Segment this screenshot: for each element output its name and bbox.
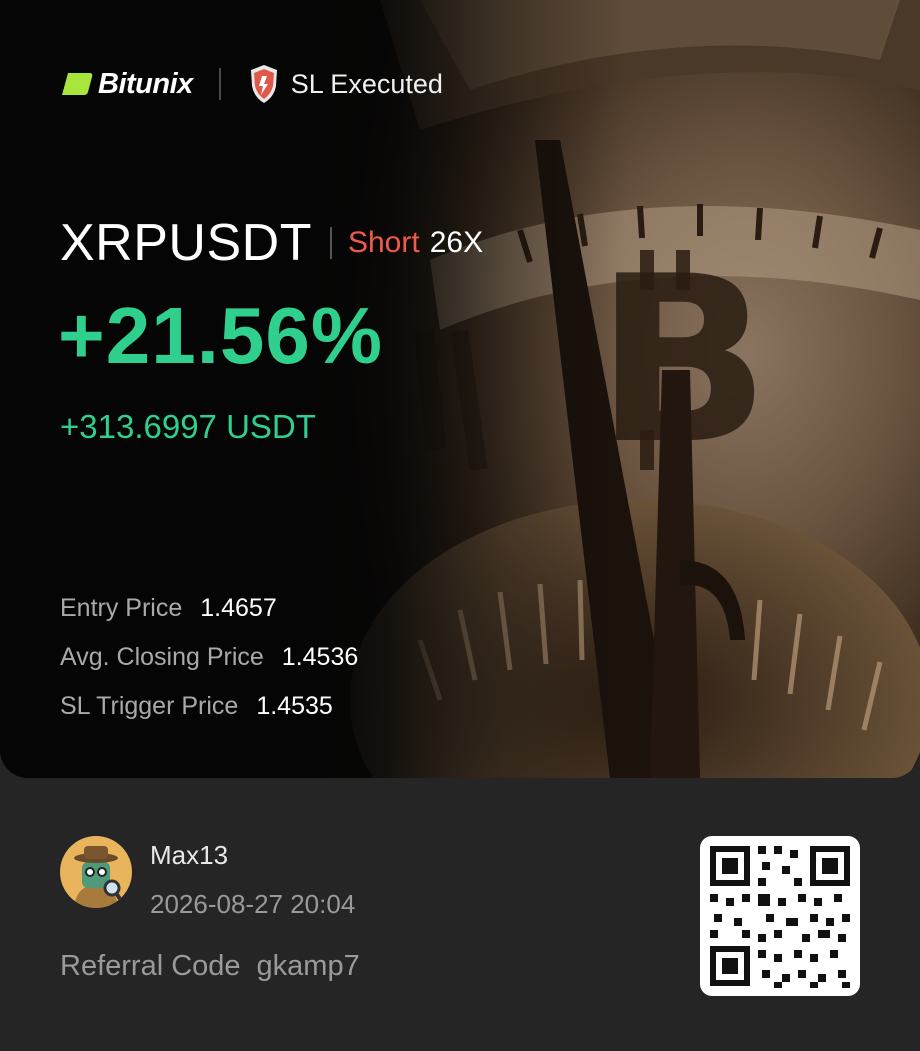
leverage: 26X (429, 226, 484, 259)
pnl-amount: +313.6997 USDT (60, 408, 316, 445)
detail-label: Avg. Closing Price (60, 643, 264, 671)
trading-pair: XRPUSDT (60, 214, 312, 272)
position-side: Short (347, 226, 420, 259)
detail-row-avg-close: Avg. Closing Price 1.4536 (60, 633, 358, 682)
detail-row-sl-trigger: SL Trigger Price 1.4535 (60, 682, 358, 731)
username: Max13 (150, 840, 229, 870)
trade-pair-row: XRPUSDT Short 26X (60, 212, 483, 274)
referral-code: Referral Code gkamp7 (60, 950, 360, 983)
detail-row-entry: Entry Price 1.4657 (60, 584, 358, 633)
share-card: B Bitunix SL Executed XRPUSDT Short 26X (0, 0, 920, 778)
detail-label: SL Trigger Price (60, 692, 239, 720)
detail-value: 1.4535 (256, 692, 333, 720)
detail-value: 1.4536 (281, 643, 359, 671)
pair-divider (329, 227, 332, 259)
referral-label: Referral Code (60, 950, 241, 982)
shield-icon (250, 65, 277, 103)
detail-value: 1.4657 (200, 594, 277, 622)
user-info: Max13 2026-08-27 20:04 (60, 836, 355, 920)
pnl-percent: +21.56% (58, 291, 384, 380)
brand-divider (218, 68, 221, 100)
avatar (60, 836, 132, 908)
brand-name: Bitunix (98, 67, 193, 100)
qr-code-icon (710, 846, 850, 988)
qr-code[interactable] (700, 836, 860, 996)
brand-header: Bitunix SL Executed (60, 64, 443, 104)
referral-code-value: gkamp7 (256, 950, 360, 982)
share-timestamp: 2026-08-27 20:04 (150, 889, 356, 919)
detail-label: Entry Price (60, 594, 183, 622)
price-details: Entry Price 1.4657 Avg. Closing Price 1.… (60, 584, 358, 731)
bitunix-logo-icon (62, 73, 93, 95)
detective-avatar-icon (60, 836, 132, 908)
status-label: SL Executed (290, 68, 443, 99)
